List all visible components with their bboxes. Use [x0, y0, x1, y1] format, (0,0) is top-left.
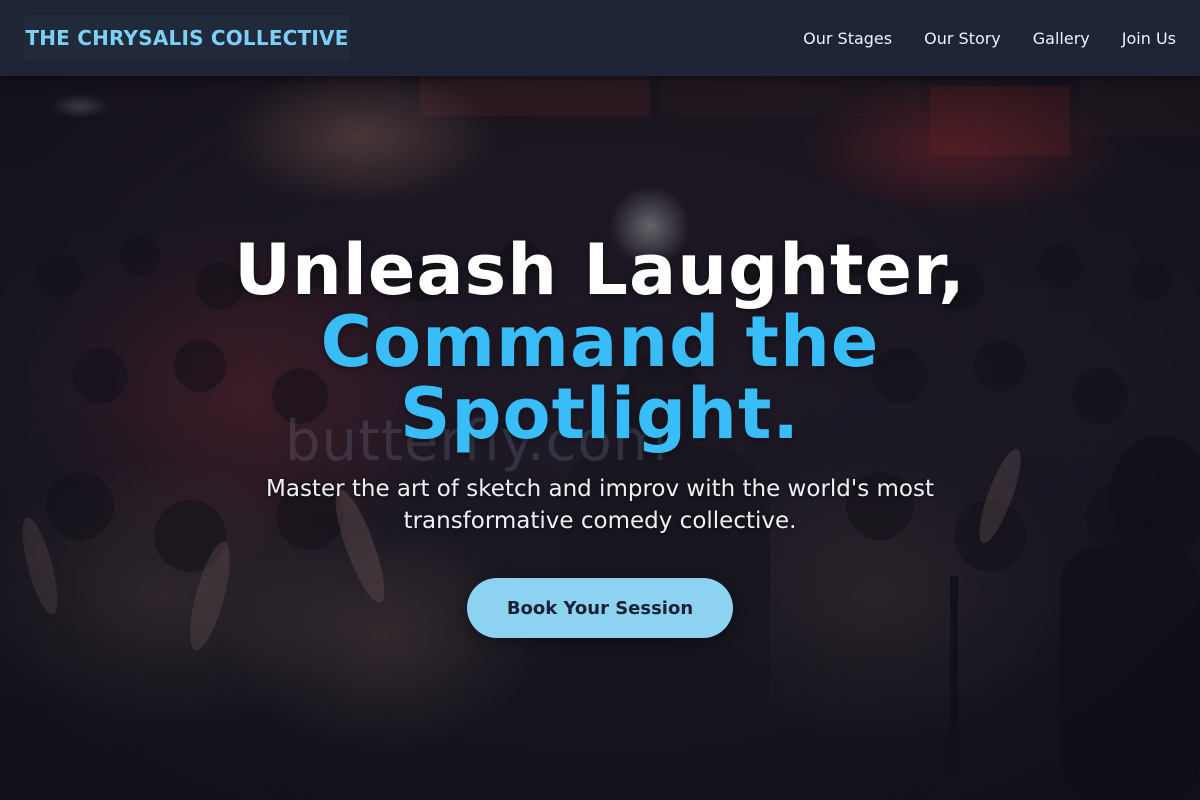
nav-link-our-stages[interactable]: Our Stages — [803, 29, 892, 48]
brand-logo[interactable]: THE CHRYSALIS COLLECTIVE — [24, 15, 350, 61]
nav-links: Our Stages Our Story Gallery Join Us — [803, 0, 1176, 76]
hero-headline: Unleash Laughter, Command the Spotlight. — [0, 234, 1200, 450]
headline-line-1: Unleash Laughter, — [234, 229, 966, 311]
landing-page: THE CHRYSALIS COLLECTIVE Our Stages Our … — [0, 0, 1200, 800]
subtitle-line-1: Master the art of sketch and improv with… — [266, 476, 934, 502]
headline-line-3: Spotlight. — [399, 373, 801, 455]
nav-link-our-story[interactable]: Our Story — [924, 29, 1001, 48]
hero-section: butterfly.com Unleash Laughter, Command … — [0, 76, 1200, 800]
nav-link-join-us[interactable]: Join Us — [1122, 29, 1176, 48]
headline-line-2: Command the — [320, 301, 880, 383]
book-session-button[interactable]: Book Your Session — [467, 578, 733, 638]
hero-subtitle: Master the art of sketch and improv with… — [240, 473, 960, 537]
nav-link-gallery[interactable]: Gallery — [1033, 29, 1090, 48]
subtitle-line-2: transformative comedy collective. — [403, 508, 797, 534]
top-navbar: THE CHRYSALIS COLLECTIVE Our Stages Our … — [0, 0, 1200, 76]
